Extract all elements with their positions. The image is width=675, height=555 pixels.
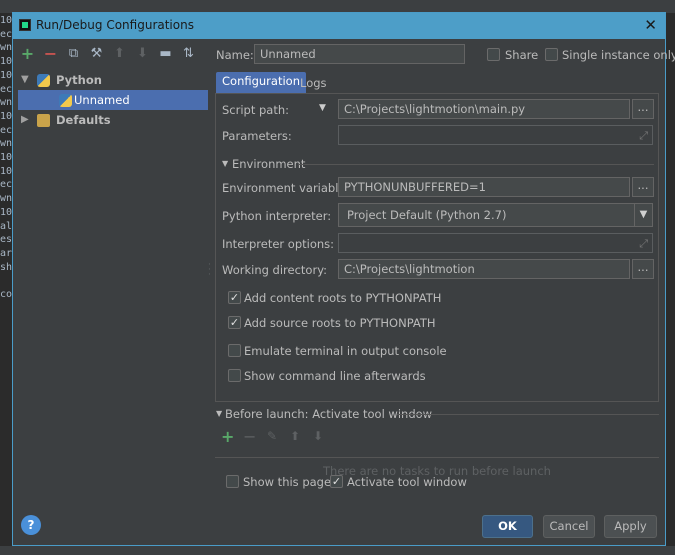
emulate-terminal-label: Emulate terminal in output console <box>244 344 447 358</box>
show-command-line-checkbox[interactable] <box>228 369 241 382</box>
wrench-icon[interactable]: ⚒ <box>88 45 105 62</box>
tree-item-label: Python <box>56 73 102 87</box>
move-down-icon[interactable]: ⬇ <box>134 45 151 62</box>
move-task-up-icon[interactable]: ⬆ <box>290 429 300 443</box>
expand-icon[interactable]: ⤢ <box>639 235 648 252</box>
python-icon <box>37 74 50 87</box>
script-path-browse-button[interactable]: ... <box>632 99 654 119</box>
share-label: Share <box>505 48 539 62</box>
tree-item-defaults[interactable]: ▶ Defaults <box>18 110 208 130</box>
tab-configuration[interactable]: Configuration <box>216 72 306 93</box>
script-path-label: Script path: <box>222 103 290 117</box>
show-command-line-label: Show command line afterwards <box>244 369 426 383</box>
sort-icon[interactable]: ⇅ <box>180 45 197 62</box>
env-vars-input[interactable]: PYTHONUNBUFFERED=1 <box>338 177 630 197</box>
env-vars-label: Environment variables: <box>222 181 356 195</box>
share-checkbox[interactable] <box>487 48 500 61</box>
script-path-input[interactable]: C:\Projects\lightmotion\main.py <box>338 99 630 119</box>
tree-item-unnamed[interactable]: Unnamed <box>18 90 208 110</box>
working-dir-label: Working directory: <box>222 263 328 277</box>
configurations-toolbar: + − ⧉ ⚒ ⬆ ⬇ ▬ ⇅ <box>19 45 197 63</box>
remove-task-icon[interactable]: − <box>243 427 256 446</box>
copy-icon[interactable]: ⧉ <box>65 45 82 62</box>
working-dir-browse-button[interactable]: ... <box>632 259 654 279</box>
expand-icon[interactable]: ⤢ <box>639 127 648 144</box>
working-dir-input[interactable]: C:\Projects\lightmotion <box>338 259 630 279</box>
ok-button[interactable]: OK <box>482 515 533 538</box>
tree-item-python[interactable]: ▼ Python <box>18 70 208 90</box>
edit-task-icon[interactable]: ✎ <box>267 429 277 443</box>
configurations-tree: ▼ Python Unnamed ▶ Defaults <box>18 70 208 525</box>
help-button[interactable]: ? <box>21 515 41 535</box>
folder-icon[interactable]: ▬ <box>157 45 174 62</box>
ide-status-bar <box>0 546 675 555</box>
tree-item-label: Unnamed <box>74 93 130 107</box>
cancel-button[interactable]: Cancel <box>543 515 595 538</box>
dialog-titlebar[interactable]: Run/Debug Configurations ✕ <box>13 13 665 39</box>
activate-tool-window-checkbox[interactable]: ✓ <box>330 475 343 488</box>
show-this-page-checkbox[interactable] <box>226 475 239 488</box>
expand-arrow-icon[interactable]: ▼ <box>21 70 29 90</box>
single-instance-label: Single instance only <box>562 48 675 62</box>
collapse-arrow-icon[interactable]: ▶ <box>21 110 29 130</box>
interpreter-options-label: Interpreter options: <box>222 237 335 251</box>
interpreter-options-input[interactable]: ⤢ <box>338 233 653 253</box>
environment-separator <box>298 164 654 165</box>
script-path-dropdown-icon[interactable]: ▼ <box>319 103 326 113</box>
defaults-wrench-icon <box>37 114 50 127</box>
name-label: Name: <box>216 48 254 62</box>
chevron-down-icon[interactable]: ▼ <box>634 204 652 226</box>
single-instance-checkbox[interactable] <box>545 48 558 61</box>
close-icon[interactable]: ✕ <box>644 16 657 34</box>
python-interpreter-label: Python interpreter: <box>222 209 332 223</box>
move-task-down-icon[interactable]: ⬇ <box>313 429 323 443</box>
dialog-title: Run/Debug Configurations <box>36 18 194 32</box>
apply-button[interactable]: Apply <box>604 515 657 538</box>
env-vars-browse-button[interactable]: ... <box>632 177 654 197</box>
python-interpreter-select[interactable]: Project Default (Python 2.7) ▼ <box>338 203 653 227</box>
run-debug-configurations-dialog: Run/Debug Configurations ✕ + − ⧉ ⚒ ⬆ ⬇ ▬… <box>12 12 675 546</box>
python-interpreter-value: Project Default (Python 2.7) <box>347 208 507 222</box>
add-content-roots-checkbox[interactable]: ✓ <box>228 291 241 304</box>
environment-header[interactable]: Environment <box>232 157 305 171</box>
add-task-icon[interactable]: + <box>221 427 234 446</box>
move-up-icon[interactable]: ⬆ <box>111 45 128 62</box>
activate-tool-window-label: Activate tool window <box>347 475 467 489</box>
environment-collapse-icon[interactable]: ▼ <box>222 159 228 168</box>
before-launch-separator <box>397 414 659 415</box>
parameters-input[interactable]: ⤢ <box>338 125 653 145</box>
add-source-roots-label: Add source roots to PYTHONPATH <box>244 316 436 330</box>
add-content-roots-label: Add content roots to PYTHONPATH <box>244 291 442 305</box>
add-icon[interactable]: + <box>19 45 36 62</box>
name-input[interactable]: Unnamed <box>254 44 465 64</box>
before-launch-task-list: There are no tasks to run before launch <box>215 457 659 478</box>
emulate-terminal-checkbox[interactable] <box>228 344 241 357</box>
parameters-label: Parameters: <box>222 129 292 143</box>
tab-logs[interactable]: Logs <box>294 74 333 95</box>
remove-icon[interactable]: − <box>42 45 59 62</box>
splitter-grip-icon[interactable]: · · · <box>208 261 211 280</box>
pycharm-app-icon <box>19 19 31 31</box>
tree-item-label: Defaults <box>56 113 111 127</box>
python-icon <box>59 94 72 107</box>
before-launch-collapse-icon[interactable]: ▼ <box>216 409 222 418</box>
add-source-roots-checkbox[interactable]: ✓ <box>228 316 241 329</box>
show-this-page-label: Show this page <box>243 475 332 489</box>
